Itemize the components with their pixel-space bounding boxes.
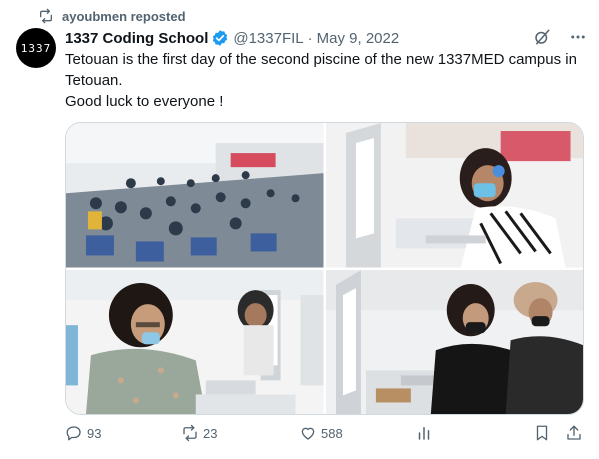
- photo-students-masks[interactable]: [325, 269, 583, 414]
- repost-indicator[interactable]: ayoubmen reposted: [38, 7, 186, 25]
- bookmark-icon: [536, 425, 548, 441]
- bookmark-button[interactable]: [533, 424, 551, 442]
- photo-auditorium[interactable]: [66, 123, 324, 268]
- reply-button[interactable]: 93: [65, 424, 101, 442]
- grok-icon[interactable]: [533, 28, 551, 46]
- tweet-text: Tetouan is the first day of the second p…: [65, 49, 585, 112]
- tweet-actions: 93 23 588: [65, 424, 585, 448]
- repost-icon: [40, 8, 52, 24]
- separator-dot: ·: [307, 29, 313, 47]
- like-count: 588: [321, 425, 343, 441]
- verified-badge-icon: [213, 30, 228, 46]
- reply-icon: [66, 426, 81, 441]
- share-icon: [567, 425, 581, 440]
- tweet-header: 1337 Coding School @1337FIL · May 9, 202…: [65, 28, 587, 48]
- reply-count: 93: [87, 425, 102, 441]
- author-name[interactable]: 1337 Coding School: [65, 30, 208, 47]
- repost-label: ayoubmen reposted: [62, 8, 186, 24]
- media-grid: [65, 122, 584, 415]
- repost-icon: [183, 424, 197, 442]
- avatar-text: 1337: [20, 41, 52, 55]
- tweet-line-1: Tetouan is the first day of the second p…: [65, 51, 581, 89]
- tweet-date[interactable]: May 9, 2022: [317, 30, 400, 47]
- repost-count: 23: [203, 425, 218, 441]
- author-handle[interactable]: @1337FIL: [233, 30, 303, 47]
- photo-student-headset[interactable]: [325, 123, 583, 268]
- more-options-icon[interactable]: [569, 28, 587, 46]
- heart-icon: [301, 427, 315, 440]
- tweet-line-2: Good luck to everyone !: [65, 93, 224, 110]
- analytics-icon: [418, 427, 430, 440]
- views-button[interactable]: [415, 424, 433, 442]
- share-button[interactable]: [565, 424, 583, 442]
- repost-button[interactable]: 23: [181, 424, 217, 442]
- avatar[interactable]: 1337: [16, 28, 56, 68]
- like-button[interactable]: 588: [299, 424, 343, 442]
- photo-student-glasses[interactable]: [66, 269, 324, 414]
